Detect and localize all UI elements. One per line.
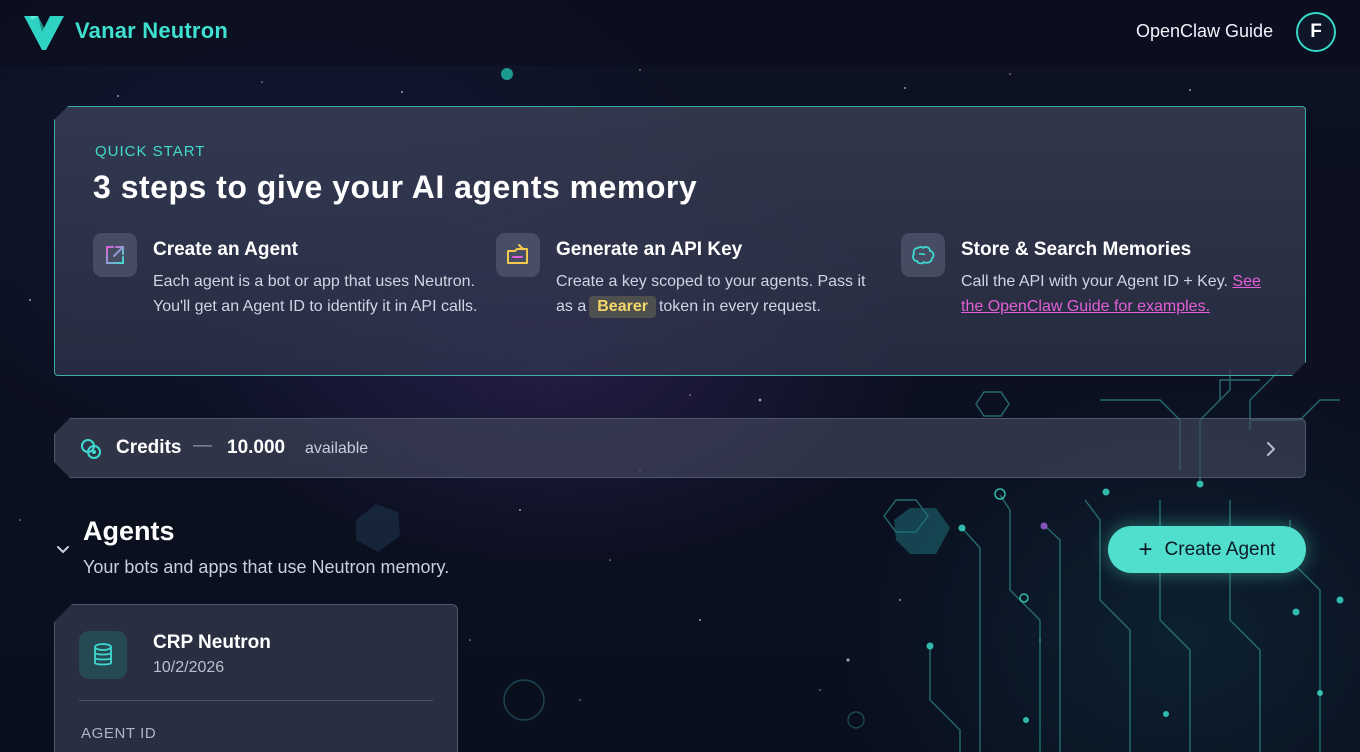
coins-icon	[81, 439, 101, 459]
agent-created-date: 10/2/2026	[153, 659, 225, 676]
agents-section-subtitle: Your bots and apps that use Neutron memo…	[83, 557, 450, 577]
bearer-code-badge: Bearer	[589, 296, 656, 318]
agent-card[interactable]: CRP Neutron 10/2/2026 AGENT ID	[54, 604, 458, 752]
step-title: Generate an API Key	[556, 239, 743, 260]
step-description-text: token in every request.	[658, 298, 821, 315]
external-link-icon	[93, 233, 137, 277]
memory-brain-icon	[901, 233, 945, 277]
step-title: Store & Search Memories	[961, 239, 1192, 260]
step-description-text: Call the API with your Agent ID + Key.	[961, 273, 1228, 290]
agents-section-title: Agents	[83, 516, 175, 546]
credits-suffix: available	[305, 440, 369, 457]
step-description: Create a key scoped to your agents. Pass…	[556, 269, 876, 319]
divider	[79, 700, 433, 701]
credits-separator: —	[193, 435, 212, 456]
quick-start-title: 3 steps to give your AI agents memory	[93, 169, 698, 205]
create-agent-label: Create Agent	[1164, 538, 1276, 560]
user-avatar-button[interactable]: F	[1296, 12, 1336, 52]
chevron-right-icon[interactable]	[1261, 439, 1281, 459]
key-folder-icon	[496, 233, 540, 277]
vanar-logo-icon[interactable]	[22, 12, 66, 52]
app-background: Vanar Neutron OpenClaw Guide F QUICK STA…	[0, 0, 1360, 752]
step-title: Create an Agent	[153, 239, 298, 260]
top-bar: Vanar Neutron OpenClaw Guide F	[0, 0, 1360, 66]
quick-start-eyebrow: QUICK START	[95, 143, 206, 160]
step-description: Call the API with your Agent ID + Key. S…	[961, 269, 1281, 319]
plus-icon: +	[1138, 535, 1153, 563]
step-description: Each agent is a bot or app that uses Neu…	[153, 273, 478, 315]
quick-start-card: QUICK START 3 steps to give your AI agen…	[54, 106, 1306, 376]
credits-value: 10.000	[227, 437, 286, 458]
credits-bar[interactable]: Credits — 10.000 available	[54, 418, 1306, 478]
agent-name: CRP Neutron	[153, 632, 271, 653]
agent-id-label: AGENT ID	[81, 725, 157, 742]
database-icon	[79, 631, 127, 679]
chevron-down-icon[interactable]	[54, 540, 72, 558]
credits-label: Credits	[116, 437, 182, 458]
create-agent-button[interactable]: + Create Agent	[1108, 526, 1306, 573]
brand-name[interactable]: Vanar Neutron	[75, 18, 228, 44]
openclaw-guide-link[interactable]: OpenClaw Guide	[1136, 21, 1273, 42]
